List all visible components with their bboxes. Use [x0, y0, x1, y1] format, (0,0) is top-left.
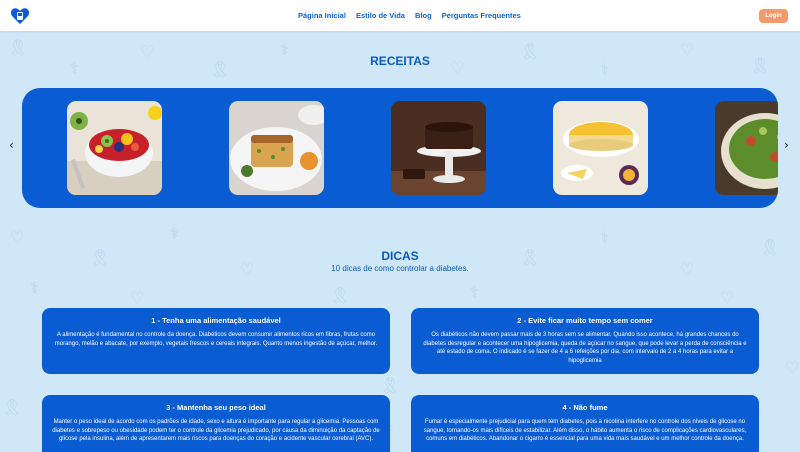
recipe-card-green-salad[interactable]: [715, 101, 778, 195]
tip-title: 3 - Mantenha seu peso ideal: [166, 403, 266, 412]
nav-home[interactable]: Página Inicial: [298, 11, 346, 20]
nav-lifestyle[interactable]: Estilo de Vida: [356, 11, 405, 20]
fruit-salad-image: [67, 101, 162, 195]
tip-title: 4 - Não fume: [562, 403, 608, 412]
tip-title: 2 - Evite ficar muito tempo sem comer: [517, 316, 653, 325]
recipe-card-cheesecake[interactable]: [553, 101, 648, 195]
tip-text: Manter o peso ideal de acordo com os pad…: [52, 419, 380, 442]
tip-text: Os diabéticos não devem passar mais de 3…: [423, 332, 747, 364]
carousel-prev-arrow[interactable]: ‹: [9, 138, 14, 152]
tip-title: 1 - Tenha uma alimentação saudável: [151, 316, 281, 325]
recipes-title: RECEITAS: [370, 54, 430, 68]
tips-subtitle: 10 dicas de como controlar a diabetes.: [331, 264, 469, 273]
tip-text: Fumar é especialmente prejudicial para q…: [423, 419, 747, 442]
tips-title: DICAS: [381, 249, 419, 263]
carousel-next-arrow[interactable]: ›: [784, 138, 789, 152]
tip-card-3: 3 - Mantenha seu peso ideal Manter o pes…: [42, 395, 390, 452]
cheesecake-image: [553, 101, 648, 195]
savory-cake-image: [229, 101, 324, 195]
recipes-carousel: [22, 88, 778, 208]
heart-logo-icon[interactable]: [10, 6, 30, 26]
green-salad-image: [715, 101, 778, 195]
chocolate-cake-image: [391, 101, 486, 195]
recipe-card-savory-cake[interactable]: [229, 101, 324, 195]
tip-card-2: 2 - Evite ficar muito tempo sem comer Os…: [411, 308, 759, 374]
main-nav: Página Inicial Estilo de Vida Blog Pergu…: [298, 0, 521, 31]
login-button[interactable]: Login: [759, 9, 788, 23]
tip-card-1: 1 - Tenha uma alimentação saudável A ali…: [42, 308, 390, 374]
recipe-card-chocolate-cake[interactable]: [391, 101, 486, 195]
tip-text: A alimentação é fundamental no controle …: [54, 332, 378, 347]
tip-card-4: 4 - Não fume Fumar é especialmente preju…: [411, 395, 759, 452]
nav-blog[interactable]: Blog: [415, 11, 432, 20]
recipe-card-fruit-salad[interactable]: [67, 101, 162, 195]
nav-faq[interactable]: Perguntas Frequentes: [442, 11, 521, 20]
top-navbar: Página Inicial Estilo de Vida Blog Pergu…: [0, 0, 800, 31]
